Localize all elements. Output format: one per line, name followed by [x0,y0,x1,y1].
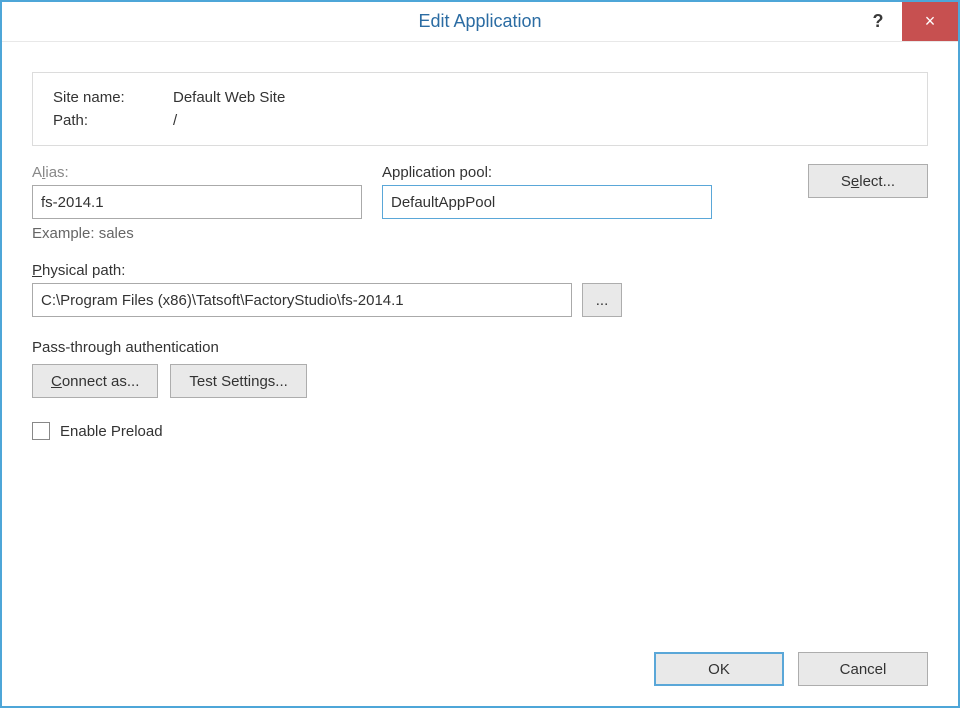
alias-pool-row: Alias: Example: sales Application pool: … [32,164,928,242]
auth-buttons-row: Connect as... Test Settings... [32,364,928,398]
enable-preload-checkbox[interactable] [32,422,50,440]
app-pool-label: Application pool: [382,164,712,181]
site-name-value: Default Web Site [173,89,285,106]
physical-path-input[interactable] [32,283,572,317]
browse-button[interactable]: ... [582,283,622,317]
select-app-pool-button[interactable]: Select... [808,164,928,198]
enable-preload-label: Enable Preload [60,423,163,440]
app-pool-column: Application pool: [382,164,712,219]
physical-path-section: Physical path: ... [32,262,928,317]
ok-button[interactable]: OK [654,652,784,686]
physical-path-row: ... [32,283,928,317]
test-settings-button[interactable]: Test Settings... [170,364,306,398]
connect-as-button[interactable]: Connect as... [32,364,158,398]
close-icon: × [925,11,936,32]
titlebar-spacer [2,2,321,41]
titlebar-controls: ? × [639,2,958,41]
path-value: / [173,112,177,129]
help-button[interactable]: ? [854,2,902,41]
preload-row: Enable Preload [32,422,928,440]
site-name-row: Site name: Default Web Site [53,89,907,106]
dialog-title: Edit Application [321,2,640,41]
physical-path-label: Physical path: [32,262,928,279]
auth-section-label: Pass-through authentication [32,339,928,356]
cancel-button[interactable]: Cancel [798,652,928,686]
alias-column: Alias: Example: sales [32,164,362,242]
path-label: Path: [53,112,173,129]
alias-example: Example: sales [32,225,362,242]
close-button[interactable]: × [902,2,958,41]
path-row: Path: / [53,112,907,129]
select-column: Select... [732,164,928,198]
alias-label: Alias: [32,164,362,181]
site-name-label: Site name: [53,89,173,106]
alias-input[interactable] [32,185,362,219]
dialog-footer: OK Cancel [654,652,928,686]
app-pool-input[interactable] [382,185,712,219]
dialog-content: Site name: Default Web Site Path: / Alia… [2,42,958,460]
dialog-window: Edit Application ? × Site name: Default … [0,0,960,708]
site-info-box: Site name: Default Web Site Path: / [32,72,928,146]
titlebar: Edit Application ? × [2,2,958,42]
